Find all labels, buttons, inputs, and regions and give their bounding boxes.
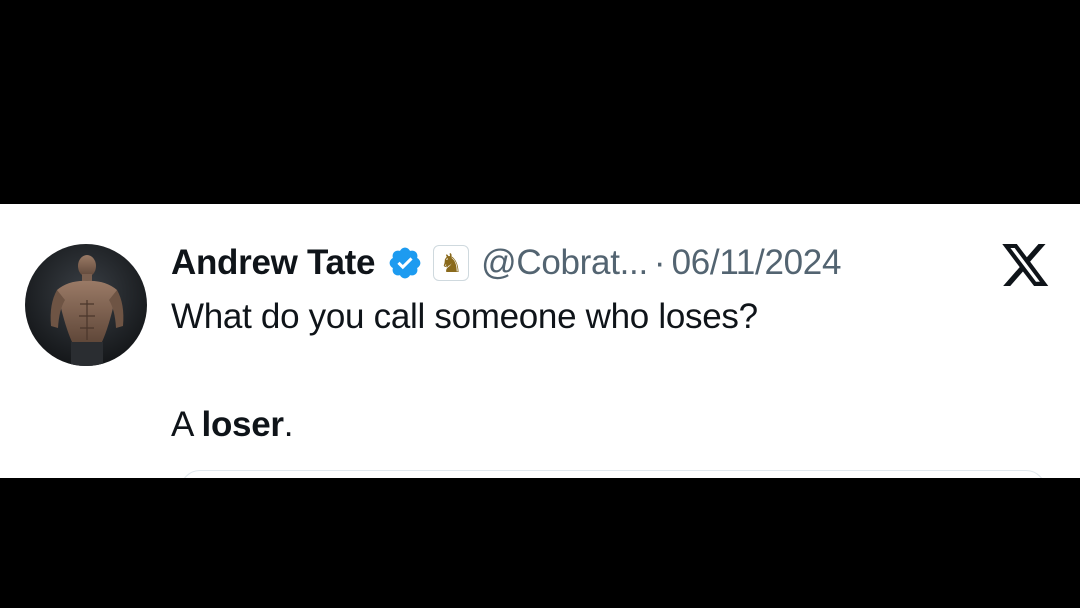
- author-handle[interactable]: @Cobrat...: [481, 243, 648, 283]
- avatar[interactable]: [25, 244, 147, 366]
- letterbox-bottom: [0, 478, 1080, 608]
- tweet-text-suffix: .: [283, 405, 294, 444]
- tweet-text-bold: loser: [201, 405, 284, 444]
- tweet-card[interactable]: Andrew Tate ♞ @Cobrat... · 06/11/2024 Wh…: [0, 204, 1080, 478]
- verified-badge-icon[interactable]: [387, 245, 423, 281]
- tweet-text-prefix: A: [171, 405, 202, 444]
- quoted-tweet-card[interactable]: [180, 470, 1046, 478]
- tweet-text-line2: A loser.: [171, 404, 293, 446]
- letterbox-top: [0, 0, 1080, 204]
- tweet-header: Andrew Tate ♞ @Cobrat... · 06/11/2024: [171, 238, 841, 288]
- avatar-photo-icon: [25, 244, 147, 366]
- separator-dot: ·: [653, 243, 666, 282]
- author-display-name[interactable]: Andrew Tate: [171, 243, 375, 283]
- tweet-date[interactable]: 06/11/2024: [672, 243, 842, 283]
- x-logo-icon[interactable]: [1002, 244, 1050, 288]
- chess-knight-icon[interactable]: ♞: [433, 245, 470, 281]
- tweet-text-line1: What do you call someone who loses?: [171, 297, 758, 336]
